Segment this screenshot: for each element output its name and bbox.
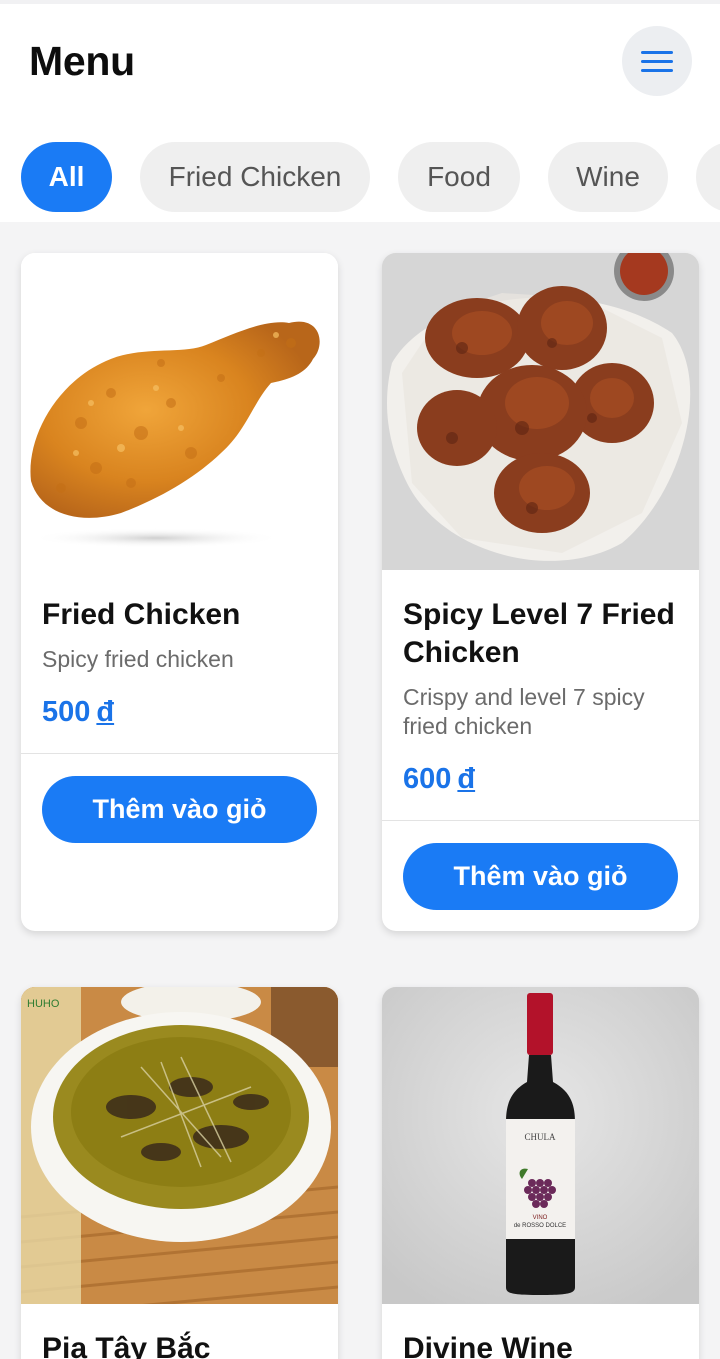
product-image-spicy-chicken — [382, 253, 699, 570]
svg-text:CHULA: CHULA — [525, 1132, 556, 1142]
product-price: 600 đ — [403, 763, 476, 795]
product-description: Crispy and level 7 spicy fried chicken — [403, 684, 645, 739]
product-name: Spicy Level 7 Fried Chicken — [403, 598, 675, 669]
menu-button[interactable] — [622, 26, 692, 96]
tab-more[interactable] — [696, 142, 720, 212]
hamburger-menu-icon — [641, 50, 673, 54]
category-tabs: All Fried Chicken Food Wine — [0, 142, 720, 212]
product-name: Fried Chicken — [42, 598, 241, 631]
product-card-pia-tay-bac[interactable]: HUHO Pia Tây Bắc — [21, 987, 338, 1359]
svg-text:de ROSSO DOLCE: de ROSSO DOLCE — [514, 1223, 566, 1229]
product-image-drumstick — [21, 253, 338, 570]
product-card-spicy-chicken[interactable]: Spicy Level 7 Fried Chicken Crispy and l… — [382, 253, 699, 931]
product-card-divine-wine[interactable]: CHULA VINO de ROSSO DOLCE Divine Wine — [382, 987, 699, 1359]
product-card-fried-chicken[interactable]: Fried Chicken Spicy fried chicken 500 đ T… — [21, 253, 338, 931]
card-divider — [21, 753, 338, 754]
product-image-soup-bowl: HUHO — [21, 987, 338, 1304]
product-name: Divine Wine — [403, 1332, 573, 1359]
product-price: 500 đ — [42, 696, 115, 728]
svg-text:VINO: VINO — [533, 1215, 548, 1221]
add-to-cart-button[interactable]: Thêm vào giỏ — [42, 776, 317, 843]
card-divider — [382, 820, 699, 821]
tab-wine[interactable]: Wine — [548, 142, 668, 212]
product-name: Pia Tây Bắc — [42, 1332, 211, 1359]
watermark-logo-text: HUHO — [27, 998, 60, 1010]
product-image-wine-bottle: CHULA VINO de ROSSO DOLCE — [382, 987, 699, 1304]
tab-food[interactable]: Food — [398, 142, 520, 212]
add-to-cart-button[interactable]: Thêm vào giỏ — [403, 843, 678, 910]
product-description: Spicy fried chicken — [42, 646, 234, 672]
tab-all[interactable]: All — [21, 142, 112, 212]
app-header: Menu All Fried Chicken Food Wine — [0, 0, 720, 222]
tab-fried-chicken[interactable]: Fried Chicken — [140, 142, 370, 212]
page-title: Menu — [29, 38, 135, 84]
